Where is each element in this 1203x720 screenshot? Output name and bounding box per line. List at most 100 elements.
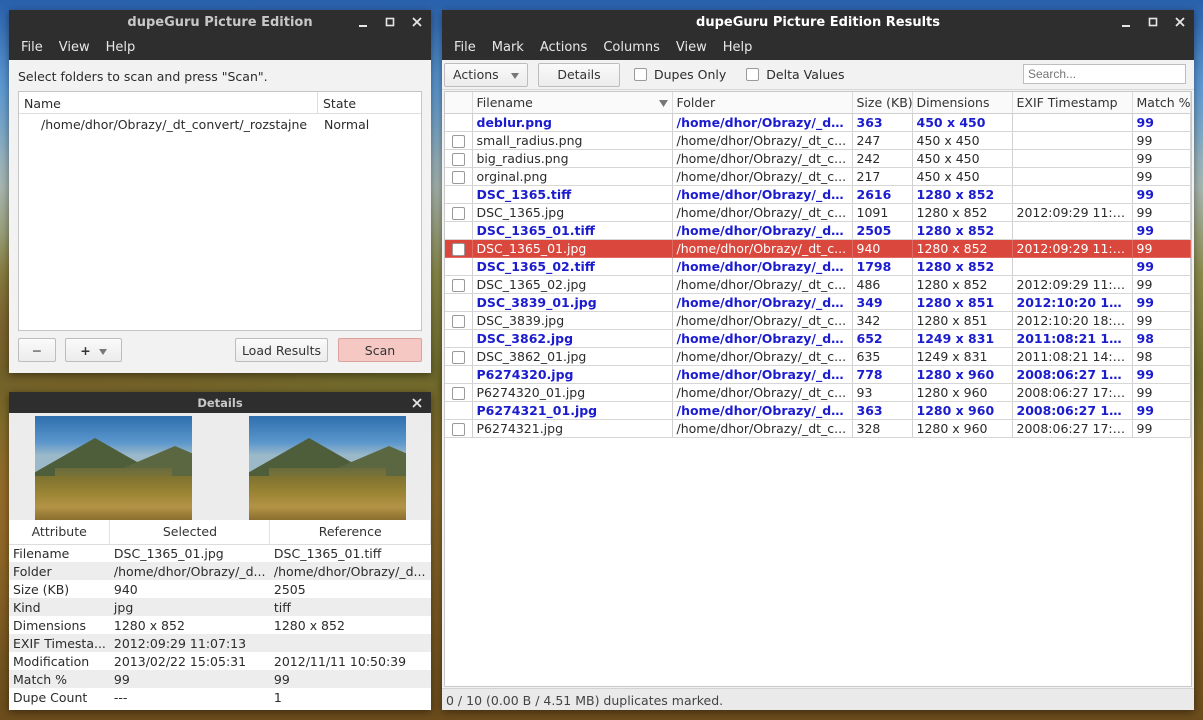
results-titlebar[interactable]: dupeGuru Picture Edition Results: [442, 10, 1194, 34]
menu-view[interactable]: View: [51, 40, 98, 55]
mark-cell[interactable]: [445, 383, 473, 402]
mark-cell[interactable]: [445, 203, 473, 222]
details-titlebar[interactable]: Details: [9, 392, 431, 413]
result-filename: DSC_1365_01.tiff: [472, 221, 673, 240]
results-table: Filename Folder Size (KB) Dimensions EXI…: [445, 92, 1191, 438]
mark-cell[interactable]: [445, 131, 473, 150]
maximize-icon[interactable]: [384, 16, 396, 28]
load-results-button[interactable]: Load Results: [235, 338, 328, 362]
column-folder[interactable]: Folder: [672, 92, 853, 114]
minimize-icon[interactable]: [1120, 16, 1132, 28]
result-folder: /home/dhor/Obrazy/_dt_...: [672, 365, 853, 384]
mark-checkbox[interactable]: [451, 386, 465, 400]
duplicate-row[interactable]: DSC_1365.jpg/home/dhor/Obrazy/_dt_c... 10…: [445, 203, 1191, 222]
mark-checkbox[interactable]: [451, 350, 465, 364]
result-size: 247: [852, 131, 913, 150]
mark-checkbox[interactable]: [451, 242, 465, 256]
actions-label: Actions: [453, 67, 499, 82]
details-button[interactable]: Details: [538, 62, 620, 87]
result-folder: /home/dhor/Obrazy/_dt_c...: [672, 239, 853, 258]
duplicate-row[interactable]: DSC_1365_01.jpg/home/dhor/Obrazy/_dt_c..…: [445, 239, 1191, 258]
mark-checkbox[interactable]: [451, 314, 465, 328]
result-filename: big_radius.png: [472, 149, 673, 168]
delta-values-toggle[interactable]: Delta Values: [746, 67, 844, 82]
result-exif-timestamp: [1012, 167, 1133, 186]
column-state[interactable]: State: [318, 92, 421, 113]
mark-cell[interactable]: [445, 311, 473, 330]
result-match: 99: [1132, 419, 1191, 438]
mark-cell[interactable]: [445, 347, 473, 366]
mark-cell[interactable]: [445, 419, 473, 438]
folder-row[interactable]: /home/dhor/Obrazy/_dt_convert/_rozstajne…: [19, 114, 421, 134]
menu-file[interactable]: File: [446, 40, 484, 55]
duplicate-row[interactable]: DSC_3862_01.jpg/home/dhor/Obrazy/_dt_c..…: [445, 347, 1191, 366]
duplicate-row[interactable]: DSC_3839.jpg/home/dhor/Obrazy/_dt_c... 34…: [445, 311, 1191, 330]
reference-row[interactable]: DSC_1365_01.tiff/home/dhor/Obrazy/_dt_..…: [445, 221, 1191, 240]
column-marker[interactable]: [445, 92, 473, 114]
mark-checkbox[interactable]: [451, 278, 465, 292]
delta-values-checkbox[interactable]: [746, 68, 760, 81]
main-titlebar[interactable]: dupeGuru Picture Edition: [9, 10, 431, 34]
minimize-icon[interactable]: [357, 16, 369, 28]
folder-state[interactable]: Normal: [318, 117, 369, 132]
column-name[interactable]: Name: [19, 92, 318, 113]
duplicate-row[interactable]: P6274320_01.jpg/home/dhor/Obrazy/_dt_c..…: [445, 383, 1191, 402]
duplicate-row[interactable]: DSC_1365_02.jpg/home/dhor/Obrazy/_dt_c..…: [445, 275, 1191, 294]
reference-row[interactable]: DSC_1365.tiff/home/dhor/Obrazy/_dt_... 26…: [445, 185, 1191, 204]
mark-cell: [445, 401, 473, 420]
mark-checkbox[interactable]: [451, 152, 465, 166]
details-header-reference[interactable]: Reference: [269, 520, 431, 545]
reference-row[interactable]: DSC_1365_02.tiff/home/dhor/Obrazy/_dt_..…: [445, 257, 1191, 276]
folder-tree[interactable]: Name State /home/dhor/Obrazy/_dt_convert…: [18, 91, 422, 331]
scan-button[interactable]: Scan: [338, 338, 422, 362]
add-folder-button[interactable]: +: [65, 338, 122, 362]
column-exif-timestamp[interactable]: EXIF Timestamp: [1012, 92, 1133, 114]
close-icon[interactable]: [411, 397, 423, 409]
mark-checkbox[interactable]: [451, 170, 465, 184]
mark-cell[interactable]: [445, 239, 473, 258]
close-icon[interactable]: [1174, 16, 1186, 28]
result-dimensions: 450 x 450: [912, 131, 1013, 150]
result-exif-timestamp: [1012, 149, 1133, 168]
menu-help[interactable]: Help: [98, 40, 144, 55]
duplicate-row[interactable]: small_radius.png/home/dhor/Obrazy/_dt_c.…: [445, 131, 1191, 150]
mark-cell[interactable]: [445, 167, 473, 186]
details-selected-value: 99: [109, 670, 270, 688]
mark-checkbox[interactable]: [451, 206, 465, 220]
details-header-selected[interactable]: Selected: [109, 520, 271, 545]
result-filename: DSC_1365_02.jpg: [472, 275, 673, 294]
duplicate-row[interactable]: P6274321.jpg/home/dhor/Obrazy/_dt_c... 32…: [445, 419, 1191, 438]
dupes-only-toggle[interactable]: Dupes Only: [634, 67, 726, 82]
search-input[interactable]: [1023, 64, 1186, 84]
dupes-only-checkbox[interactable]: [634, 68, 647, 81]
main-menubar: File View Help: [9, 34, 431, 60]
menu-mark[interactable]: Mark: [484, 40, 532, 55]
menu-help[interactable]: Help: [715, 40, 761, 55]
mark-cell[interactable]: [445, 275, 473, 294]
duplicate-row[interactable]: orginal.png/home/dhor/Obrazy/_dt_c... 217…: [445, 167, 1191, 186]
reference-row[interactable]: P6274320.jpg/home/dhor/Obrazy/_dt_... 778…: [445, 365, 1191, 384]
column-dimensions[interactable]: Dimensions: [912, 92, 1013, 114]
reference-row[interactable]: P6274321_01.jpg/home/dhor/Obrazy/_dt_...…: [445, 401, 1191, 420]
column-filename[interactable]: Filename: [472, 92, 673, 114]
details-row: Dupe Count --- 1: [9, 688, 431, 706]
column-size[interactable]: Size (KB): [852, 92, 913, 114]
menu-actions[interactable]: Actions: [532, 40, 596, 55]
mark-checkbox[interactable]: [451, 422, 465, 436]
menu-view[interactable]: View: [668, 40, 715, 55]
mark-cell[interactable]: [445, 149, 473, 168]
details-header-attribute[interactable]: Attribute: [9, 520, 111, 545]
menu-file[interactable]: File: [13, 40, 51, 55]
reference-row[interactable]: deblur.png/home/dhor/Obrazy/_dt_... 363 45…: [445, 113, 1191, 132]
mark-checkbox[interactable]: [451, 134, 465, 148]
close-icon[interactable]: [411, 16, 423, 28]
reference-row[interactable]: DSC_3862.jpg/home/dhor/Obrazy/_dt_... 652…: [445, 329, 1191, 348]
column-match[interactable]: Match %: [1132, 92, 1191, 114]
results-grid[interactable]: Filename Folder Size (KB) Dimensions EXI…: [444, 91, 1192, 687]
duplicate-row[interactable]: big_radius.png/home/dhor/Obrazy/_dt_c...…: [445, 149, 1191, 168]
menu-columns[interactable]: Columns: [595, 40, 668, 55]
reference-row[interactable]: DSC_3839_01.jpg/home/dhor/Obrazy/_dt_...…: [445, 293, 1191, 312]
maximize-icon[interactable]: [1147, 16, 1159, 28]
remove-folder-button[interactable]: −: [18, 338, 56, 362]
actions-dropdown[interactable]: Actions: [444, 62, 528, 87]
